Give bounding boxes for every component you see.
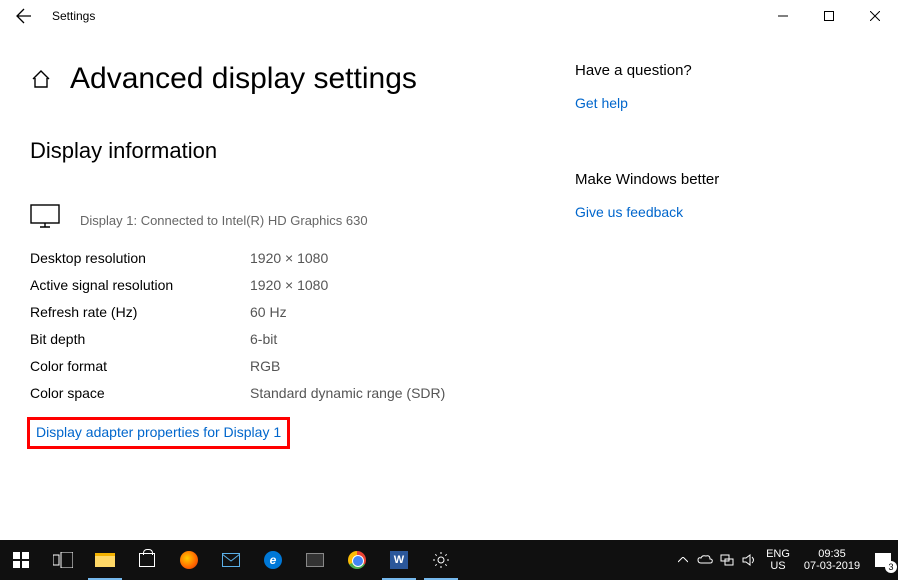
clock-date: 07-03-2019 [796, 560, 868, 572]
display-connection-text: Display 1: Connected to Intel(R) HD Grap… [80, 213, 368, 228]
lang-top: ENG [760, 548, 796, 560]
start-button[interactable] [0, 540, 42, 580]
highlight-box: Display adapter properties for Display 1 [30, 420, 287, 446]
tray-onedrive[interactable] [694, 540, 716, 580]
tray-clock[interactable]: 09:35 07-03-2019 [796, 548, 868, 572]
cmd-icon [306, 553, 324, 567]
network-icon [720, 554, 734, 566]
maximize-button[interactable] [806, 0, 852, 32]
taskbar-file-explorer[interactable] [84, 540, 126, 580]
mail-icon [222, 553, 240, 567]
page-header: Advanced display settings [30, 62, 575, 96]
property-value: 6-bit [250, 331, 277, 347]
display-adapter-link[interactable]: Display adapter properties for Display 1 [36, 424, 281, 440]
chevron-up-icon [678, 557, 688, 563]
task-view-button[interactable] [42, 540, 84, 580]
tray-volume[interactable] [738, 540, 760, 580]
property-label: Desktop resolution [30, 250, 250, 266]
cloud-icon [697, 555, 713, 565]
edge-icon: e [264, 551, 282, 569]
better-heading: Make Windows better [575, 171, 719, 188]
minimize-icon [778, 11, 788, 21]
property-row: Bit depth6-bit [30, 331, 575, 347]
property-label: Refresh rate (Hz) [30, 304, 250, 320]
back-arrow-icon [16, 8, 32, 24]
clock-time: 09:35 [796, 548, 868, 560]
tray-network[interactable] [716, 540, 738, 580]
task-view-icon [53, 552, 73, 568]
property-row: Desktop resolution1920 × 1080 [30, 250, 575, 266]
property-label: Color format [30, 358, 250, 374]
notification-badge: 3 [885, 561, 897, 573]
property-value: 60 Hz [250, 304, 287, 320]
home-icon[interactable] [30, 68, 52, 90]
section-title: Display information [30, 138, 575, 164]
property-row: Color spaceStandard dynamic range (SDR) [30, 385, 575, 401]
close-button[interactable] [852, 0, 898, 32]
feedback-link[interactable]: Give us feedback [575, 204, 683, 220]
lang-bottom: US [760, 560, 796, 572]
word-icon: W [390, 551, 408, 569]
volume-icon [742, 554, 756, 566]
tray-chevron-up[interactable] [672, 540, 694, 580]
property-value: RGB [250, 358, 280, 374]
property-value: 1920 × 1080 [250, 277, 328, 293]
property-label: Bit depth [30, 331, 250, 347]
windows-icon [13, 552, 29, 568]
side-panel: Have a question? Get help Make Windows b… [575, 62, 719, 446]
taskbar-settings[interactable] [420, 540, 462, 580]
display-identity: Display 1: Connected to Intel(R) HD Grap… [30, 204, 575, 228]
gear-icon [432, 551, 450, 569]
page-title: Advanced display settings [70, 62, 417, 96]
property-row: Refresh rate (Hz)60 Hz [30, 304, 575, 320]
store-icon [139, 553, 155, 567]
property-value: Standard dynamic range (SDR) [250, 385, 445, 401]
system-tray: ENG US 09:35 07-03-2019 3 [672, 540, 898, 580]
taskbar: e W ENG US 09:35 07-03-2019 3 [0, 540, 898, 580]
taskbar-chrome[interactable] [336, 540, 378, 580]
taskbar-mail[interactable] [210, 540, 252, 580]
taskbar-word[interactable]: W [378, 540, 420, 580]
file-explorer-icon [95, 553, 115, 567]
taskbar-edge[interactable]: e [252, 540, 294, 580]
taskbar-cmd[interactable] [294, 540, 336, 580]
close-icon [870, 11, 880, 21]
back-button[interactable] [8, 0, 40, 32]
maximize-icon [824, 11, 834, 21]
property-row: Color formatRGB [30, 358, 575, 374]
content: Advanced display settings Display inform… [0, 32, 898, 446]
chrome-icon [348, 551, 366, 569]
firefox-icon [180, 551, 198, 569]
property-label: Color space [30, 385, 250, 401]
monitor-icon [30, 204, 60, 228]
titlebar: Settings [0, 0, 898, 32]
property-value: 1920 × 1080 [250, 250, 328, 266]
tray-language[interactable]: ENG US [760, 548, 796, 572]
main-panel: Advanced display settings Display inform… [30, 62, 575, 446]
get-help-link[interactable]: Get help [575, 95, 628, 111]
question-heading: Have a question? [575, 62, 719, 79]
property-label: Active signal resolution [30, 277, 250, 293]
property-row: Active signal resolution1920 × 1080 [30, 277, 575, 293]
window-title: Settings [52, 9, 95, 23]
tray-action-center[interactable]: 3 [868, 540, 898, 580]
taskbar-firefox[interactable] [168, 540, 210, 580]
taskbar-store[interactable] [126, 540, 168, 580]
display-properties: Desktop resolution1920 × 1080Active sign… [30, 250, 575, 401]
minimize-button[interactable] [760, 0, 806, 32]
